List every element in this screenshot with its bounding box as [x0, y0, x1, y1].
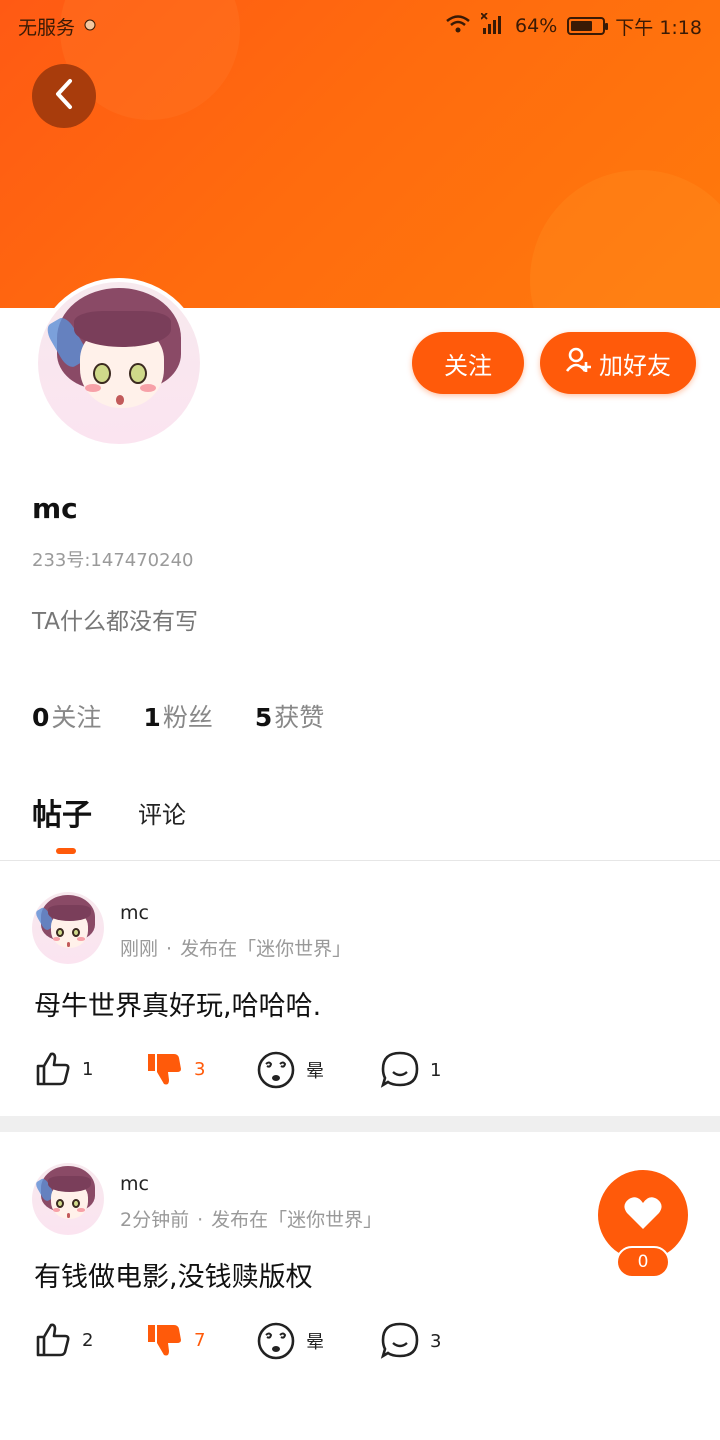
like-count: 1	[82, 1058, 94, 1080]
comment-count: 1	[430, 1059, 442, 1081]
tab-label: 帖子	[32, 798, 92, 833]
stat-label: 关注	[51, 703, 102, 732]
post-board[interactable]: 发布在「迷你世界」	[211, 1209, 382, 1231]
stat-following[interactable]: 0关注	[32, 698, 101, 734]
follow-button[interactable]: 关注	[412, 332, 524, 394]
add-friend-button[interactable]: 加好友	[540, 332, 696, 394]
tab-comments[interactable]: 评论	[138, 795, 186, 834]
banner-decoration	[530, 170, 720, 308]
comment-icon	[380, 1321, 420, 1361]
post-meta: 刚刚 · 发布在「迷你世界」	[120, 934, 351, 961]
post-text[interactable]: 有钱做电影,没钱赎版权	[34, 1255, 313, 1294]
post-author[interactable]: mc	[120, 902, 149, 924]
like-count: 2	[82, 1329, 94, 1351]
follow-label: 关注	[444, 351, 492, 380]
like-button[interactable]: 1	[34, 1050, 93, 1088]
avatar[interactable]	[32, 1163, 104, 1235]
reaction-label: 晕	[306, 1061, 324, 1082]
chevron-left-icon	[52, 77, 76, 115]
comment-icon	[380, 1050, 420, 1090]
content-tabs: 帖子 评论	[32, 790, 186, 854]
post-text[interactable]: 母牛世界真好玩,哈哈哈.	[34, 984, 321, 1023]
stat-likes[interactable]: 5获赞	[255, 698, 324, 734]
thumbs-down-icon	[146, 1050, 184, 1088]
signal-icon	[480, 11, 505, 40]
profile-avatar[interactable]	[34, 278, 204, 448]
comment-count: 3	[430, 1330, 442, 1352]
comment-button[interactable]: 1	[380, 1050, 441, 1090]
stat-value: 5	[254, 703, 273, 732]
battery-percent: 64%	[515, 15, 558, 37]
heart-icon	[623, 1195, 663, 1235]
meta-separator: ·	[166, 938, 173, 960]
profile-name: mc	[32, 492, 78, 525]
stat-label: 粉丝	[162, 703, 213, 732]
notification-icon	[83, 15, 97, 37]
post-time: 2分钟前	[120, 1209, 190, 1231]
post-card[interactable]: mc 刚刚 · 发布在「迷你世界」 母牛世界真好玩,哈哈哈. 1 3 晕 1	[0, 892, 720, 1102]
dislike-button[interactable]: 3	[146, 1050, 205, 1088]
add-user-icon	[565, 346, 593, 380]
comment-button[interactable]: 3	[380, 1321, 441, 1361]
post-separator	[0, 1116, 720, 1132]
stat-value: 0	[32, 703, 50, 732]
thumbs-up-icon	[34, 1321, 72, 1359]
stat-label: 获赞	[274, 703, 325, 732]
tab-indicator	[56, 848, 76, 854]
carrier-text: 无服务	[18, 16, 76, 39]
profile-bio: TA什么都没有写	[32, 609, 198, 635]
wifi-icon	[445, 14, 471, 39]
like-button[interactable]: 2	[34, 1321, 93, 1359]
reaction-button[interactable]: 晕	[256, 1321, 324, 1361]
battery-icon	[567, 17, 609, 35]
dislike-count: 7	[194, 1329, 206, 1351]
stat-value: 1	[143, 703, 161, 732]
back-button[interactable]	[32, 64, 96, 128]
avatar[interactable]	[32, 892, 104, 964]
post-board[interactable]: 发布在「迷你世界」	[180, 938, 351, 960]
post-time: 刚刚	[120, 938, 159, 960]
post-actions: 2 7 晕 3	[34, 1321, 474, 1361]
profile-id: 233号:147470240	[32, 550, 194, 571]
divider	[0, 860, 720, 861]
tab-posts[interactable]: 帖子	[32, 790, 92, 854]
add-friend-label: 加好友	[599, 351, 671, 380]
dizzy-face-icon	[256, 1321, 296, 1361]
dislike-button[interactable]: 7	[146, 1321, 205, 1359]
post-actions: 1 3 晕 1	[34, 1050, 474, 1090]
dislike-count: 3	[194, 1058, 206, 1080]
reaction-button[interactable]: 晕	[256, 1050, 324, 1090]
floating-like-count: 0	[616, 1246, 670, 1278]
stat-followers[interactable]: 1粉丝	[143, 698, 212, 734]
dizzy-face-icon	[256, 1050, 296, 1090]
thumbs-down-icon	[146, 1321, 184, 1359]
post-author[interactable]: mc	[120, 1173, 149, 1195]
clock-text: 下午 1:18	[615, 16, 702, 39]
meta-separator: ·	[197, 1209, 204, 1231]
post-meta: 2分钟前 · 发布在「迷你世界」	[120, 1205, 382, 1232]
tab-label: 评论	[138, 801, 186, 829]
profile-stats: 0关注 1粉丝 5获赞	[32, 698, 324, 734]
thumbs-up-icon	[34, 1050, 72, 1088]
status-bar: 无服务 64% 下午 1:18	[0, 0, 720, 52]
reaction-label: 晕	[306, 1332, 324, 1353]
